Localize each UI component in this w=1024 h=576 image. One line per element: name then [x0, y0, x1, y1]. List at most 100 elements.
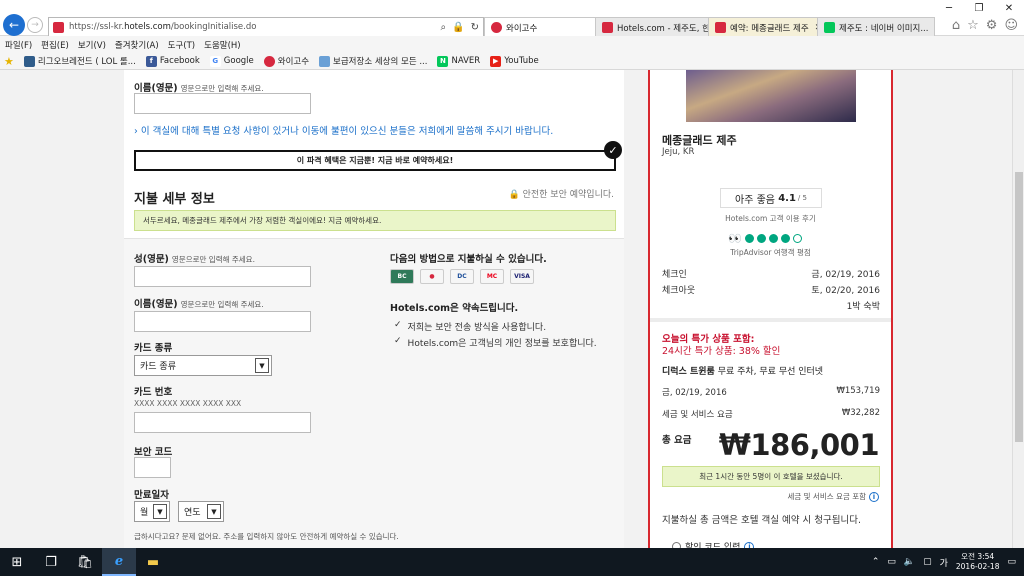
viewers-note: 최근 1시간 동안 5명이 이 호텔을 보셨습니다.	[662, 466, 880, 487]
naver-icon: N	[437, 55, 449, 67]
visa-icon: VISA	[510, 269, 534, 284]
hotels-icon	[602, 22, 613, 33]
start-button[interactable]: ⊞	[0, 548, 34, 576]
hotel-photo	[686, 70, 856, 122]
fav-naver[interactable]: N NAVER	[437, 55, 480, 67]
guest-first-name-input[interactable]	[134, 93, 311, 114]
menu-help[interactable]: 도움말(H)	[204, 39, 240, 51]
tab-waigosu[interactable]: 와이고수	[484, 17, 596, 37]
payment-cards: BC ● DC MC VISA	[390, 269, 534, 284]
mastercard-icon: MC	[480, 269, 504, 284]
volume-icon[interactable]: 🔈	[904, 557, 915, 567]
night-price-row: 금, 02/19, 2016 ₩153,719	[662, 386, 880, 398]
payment-section-title: 지불 세부 정보	[134, 192, 215, 207]
favorites-star-icon[interactable]: ★	[4, 55, 14, 68]
info-icon[interactable]: i	[869, 491, 879, 502]
home-icon[interactable]: ⌂	[952, 18, 960, 33]
card-first-name-input[interactable]	[134, 311, 311, 332]
expiry-year-select[interactable]: 연도 ▼	[178, 501, 224, 522]
card-last-name-input[interactable]	[134, 266, 311, 287]
browser-titlebar: ← → https://ssl-kr.hotels.com/bookingIni…	[0, 0, 1024, 37]
coupon-code-option[interactable]: 할인 코드 입력 i	[672, 540, 755, 548]
task-view-icon: ❐	[45, 554, 57, 570]
tripadvisor-label: TripAdvisor 여행객 평점	[730, 248, 811, 257]
lock-icon[interactable]: 🔒	[452, 22, 464, 33]
check-icon: ✓	[394, 320, 402, 330]
secure-booking-note: 🔒 안전한 보안 예약입니다.	[508, 190, 614, 200]
favorites-star-icon[interactable]: ☆	[967, 18, 979, 33]
ime-indicator[interactable]: 가	[940, 556, 948, 569]
hotel-name: 메종글래드 제주	[662, 134, 737, 147]
card-number-hint: XXXX XXXX XXXX XXXX XXX	[134, 399, 242, 408]
menu-view[interactable]: 보기(V)	[78, 39, 106, 51]
menu-edit[interactable]: 편집(E)	[41, 39, 69, 51]
waigosu-icon	[491, 22, 502, 33]
menu-tools[interactable]: 도구(T)	[168, 39, 195, 51]
task-view-button[interactable]: ❐	[34, 548, 68, 576]
booking-form: 이름(영문) 영문으로만 입력해 주세요. › 이 객실에 대해 특별 요청 사항…	[124, 70, 624, 548]
card-type-label: 카드 종류	[134, 343, 173, 354]
tab-hotels[interactable]: Hotels.com - 제주도, 한...	[595, 17, 709, 37]
card-type-select[interactable]: 카드 종류 ▼	[134, 355, 272, 376]
search-icon[interactable]: ⌕	[441, 22, 447, 33]
lol-icon	[23, 55, 35, 67]
google-icon: G	[209, 55, 221, 67]
scroll-thumb[interactable]	[1015, 172, 1023, 442]
explorer-button[interactable]: ▬	[136, 548, 170, 576]
address-bar[interactable]: https://ssl-kr.hotels.com/bookingInitial…	[48, 17, 484, 37]
arrow-right-icon: →	[31, 20, 39, 30]
folder-icon: ▬	[146, 554, 160, 570]
notification-icon[interactable]: ▢	[923, 557, 932, 567]
gear-icon[interactable]: ⚙	[986, 18, 998, 33]
fav-lol[interactable]: 리그오브레전드 ( LOL 롤...	[23, 55, 136, 67]
fav-youtube[interactable]: ▶ YouTube	[490, 55, 539, 67]
tripadvisor-rating: 👀	[728, 232, 802, 245]
page-scrollbar[interactable]	[1012, 70, 1024, 548]
clock[interactable]: 오전 3:54 2016-02-18	[956, 552, 1000, 572]
bc-card-icon: BC	[390, 269, 414, 284]
tab-booking[interactable]: 예약: 메종글래드 제주 ✕	[708, 17, 818, 37]
storage-icon	[319, 55, 331, 67]
expiry-month-select[interactable]: 월 ▼	[134, 501, 170, 522]
smiley-icon[interactable]: ☺	[1004, 18, 1018, 33]
chevron-up-icon[interactable]: ⌃	[872, 557, 880, 567]
menu-favorites[interactable]: 즐겨찾기(A)	[115, 39, 159, 51]
card-number-input[interactable]	[134, 412, 311, 433]
charge-note: 지불하실 총 금액은 호텔 객실 예약 시 청구됩니다.	[662, 515, 861, 526]
waigosu-icon	[263, 55, 275, 67]
rating-circle-icon	[768, 234, 778, 243]
special-request-link[interactable]: › 이 객실에 대해 특별 요청 사항이 있거나 이동에 불편이 있으신 분들은…	[134, 123, 553, 137]
address-url[interactable]: https://ssl-kr.hotels.com/bookingInitial…	[69, 22, 441, 32]
fav-google[interactable]: G Google	[209, 55, 254, 67]
total-amount: ₩186,001	[718, 428, 880, 462]
tab-naver[interactable]: 제주도 : 네이버 이미지...	[817, 17, 935, 37]
forward-button[interactable]: →	[27, 17, 43, 33]
fav-storage[interactable]: 보급저장소 세상의 모든 ...	[319, 55, 427, 67]
network-icon[interactable]: ▭	[887, 557, 896, 567]
minimize-icon[interactable]: ─	[934, 0, 964, 16]
refresh-icon[interactable]: ↻	[471, 22, 479, 33]
check-icon: ✓	[394, 336, 402, 346]
maximize-icon[interactable]: ❐	[964, 0, 994, 16]
close-window-icon[interactable]: ✕	[994, 0, 1024, 16]
store-button[interactable]: 🛍	[68, 548, 102, 576]
promise-title: Hotels.com은 약속드립니다.	[390, 303, 519, 314]
youtube-icon: ▶	[490, 55, 502, 67]
favorites-bar: ★ 리그오브레전드 ( LOL 롤... f Facebook G Google 와…	[0, 53, 1024, 70]
fav-facebook[interactable]: f Facebook	[145, 55, 200, 67]
windows-logo-icon: ⊞	[11, 554, 23, 570]
back-button[interactable]: ←	[3, 14, 25, 36]
divider	[650, 318, 891, 322]
no-address-note: 급하시다고요? 문제 없어요. 주소를 입력하지 않아도 안전하게 예약하실 수…	[134, 532, 399, 541]
fav-waigosu[interactable]: 와이고수	[263, 55, 309, 67]
guest-rating: 아주 좋음 4.1/ 5	[720, 188, 822, 208]
payment-panel: 성(영문) 영문으로만 입력해 주세요. 이름(영문) 영문으로만 입력해 주세요.…	[124, 238, 624, 548]
action-center-icon[interactable]: ▭	[1007, 557, 1016, 567]
ie-taskbar-button[interactable]: e	[102, 548, 136, 576]
tax-included-note[interactable]: 세금 및 서비스 요금 포함 i	[787, 491, 879, 502]
card-number-label: 카드 번호	[134, 387, 173, 398]
security-code-input[interactable]	[134, 457, 171, 478]
rating-circle-icon	[744, 234, 754, 243]
rating-circle-icon	[792, 234, 802, 243]
menu-file[interactable]: 파일(F)	[5, 39, 32, 51]
